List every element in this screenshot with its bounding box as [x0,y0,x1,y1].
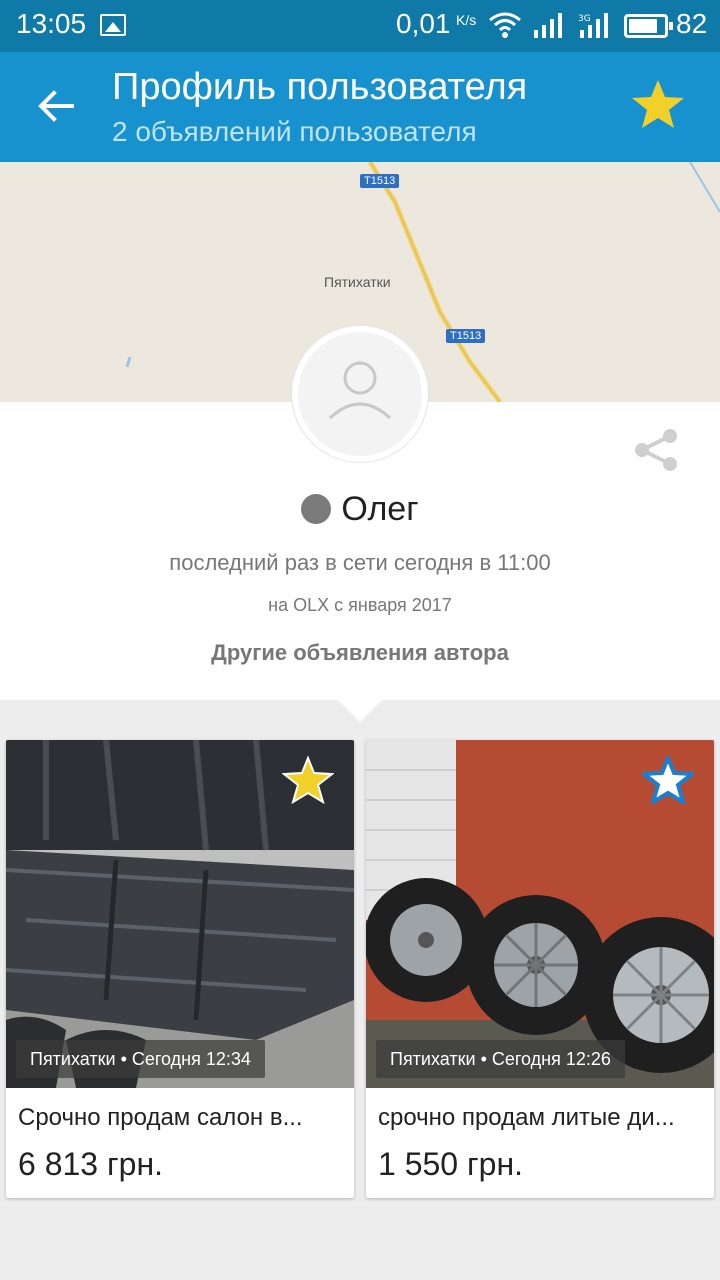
ad-title[interactable]: Срочно продам салон в... [18,1104,303,1132]
wifi-icon [489,12,521,38]
user-name-row: Олег [0,490,720,529]
star-icon[interactable] [630,78,686,130]
battery-icon [624,14,673,38]
page-subtitle: 2 объявлений пользователя [112,116,477,147]
user-placeholder-icon [328,361,392,420]
signal-3g-icon: 3G [578,13,608,38]
battery-fill [629,19,657,33]
status-time: 13:05 [16,8,87,39]
avatar [292,326,428,462]
ad-photo-car-seats[interactable]: Пятихатки • Сегодня 12:34 [6,740,354,1088]
ad-title[interactable]: срочно продам литые ди... [378,1104,675,1132]
network-speed: 0,01 [396,8,451,39]
member-since: на OLX с января 2017 [268,595,452,615]
arrow-left-icon[interactable] [36,86,76,126]
share-icon[interactable] [632,426,680,474]
favorite-star-icon[interactable] [282,756,334,804]
page-title: Профиль пользователя [112,66,528,108]
network-type: 3G [578,14,591,24]
status-bar: 13:05 0,01 K/s 3G 82 [0,0,720,52]
gallery-notification-icon [100,14,126,36]
ad-card[interactable]: Пятихатки • Сегодня 12:34 Срочно продам … [6,740,354,1198]
signal-strength-icon [534,13,562,38]
map-town-label: Пятихатки [324,274,391,290]
ad-location-time: Пятихатки • Сегодня 12:26 [376,1040,625,1078]
battery-level: 82 [676,8,708,39]
ad-price: 1 550 грн. [378,1146,523,1182]
user-name: Олег [341,490,419,528]
network-speed-unit: K/s [456,12,477,28]
app-bar: Профиль пользователя 2 объявлений пользо… [0,52,720,162]
ad-price: 6 813 грн. [18,1146,163,1182]
road-label: T1513 [446,329,486,343]
favorite-star-icon[interactable] [642,756,694,804]
other-ads-heading: Другие объявления автора [211,640,509,665]
ad-location-time: Пятихатки • Сегодня 12:34 [16,1040,265,1078]
section-pointer [338,700,382,722]
last-seen: последний раз в сети сегодня в 11:00 [169,550,551,575]
ad-photo-alloy-wheels[interactable]: Пятихатки • Сегодня 12:26 [366,740,714,1088]
road-label: T1513 [360,174,400,188]
ad-card[interactable]: Пятихатки • Сегодня 12:26 срочно продам … [366,740,714,1198]
online-status-dot [301,494,332,524]
